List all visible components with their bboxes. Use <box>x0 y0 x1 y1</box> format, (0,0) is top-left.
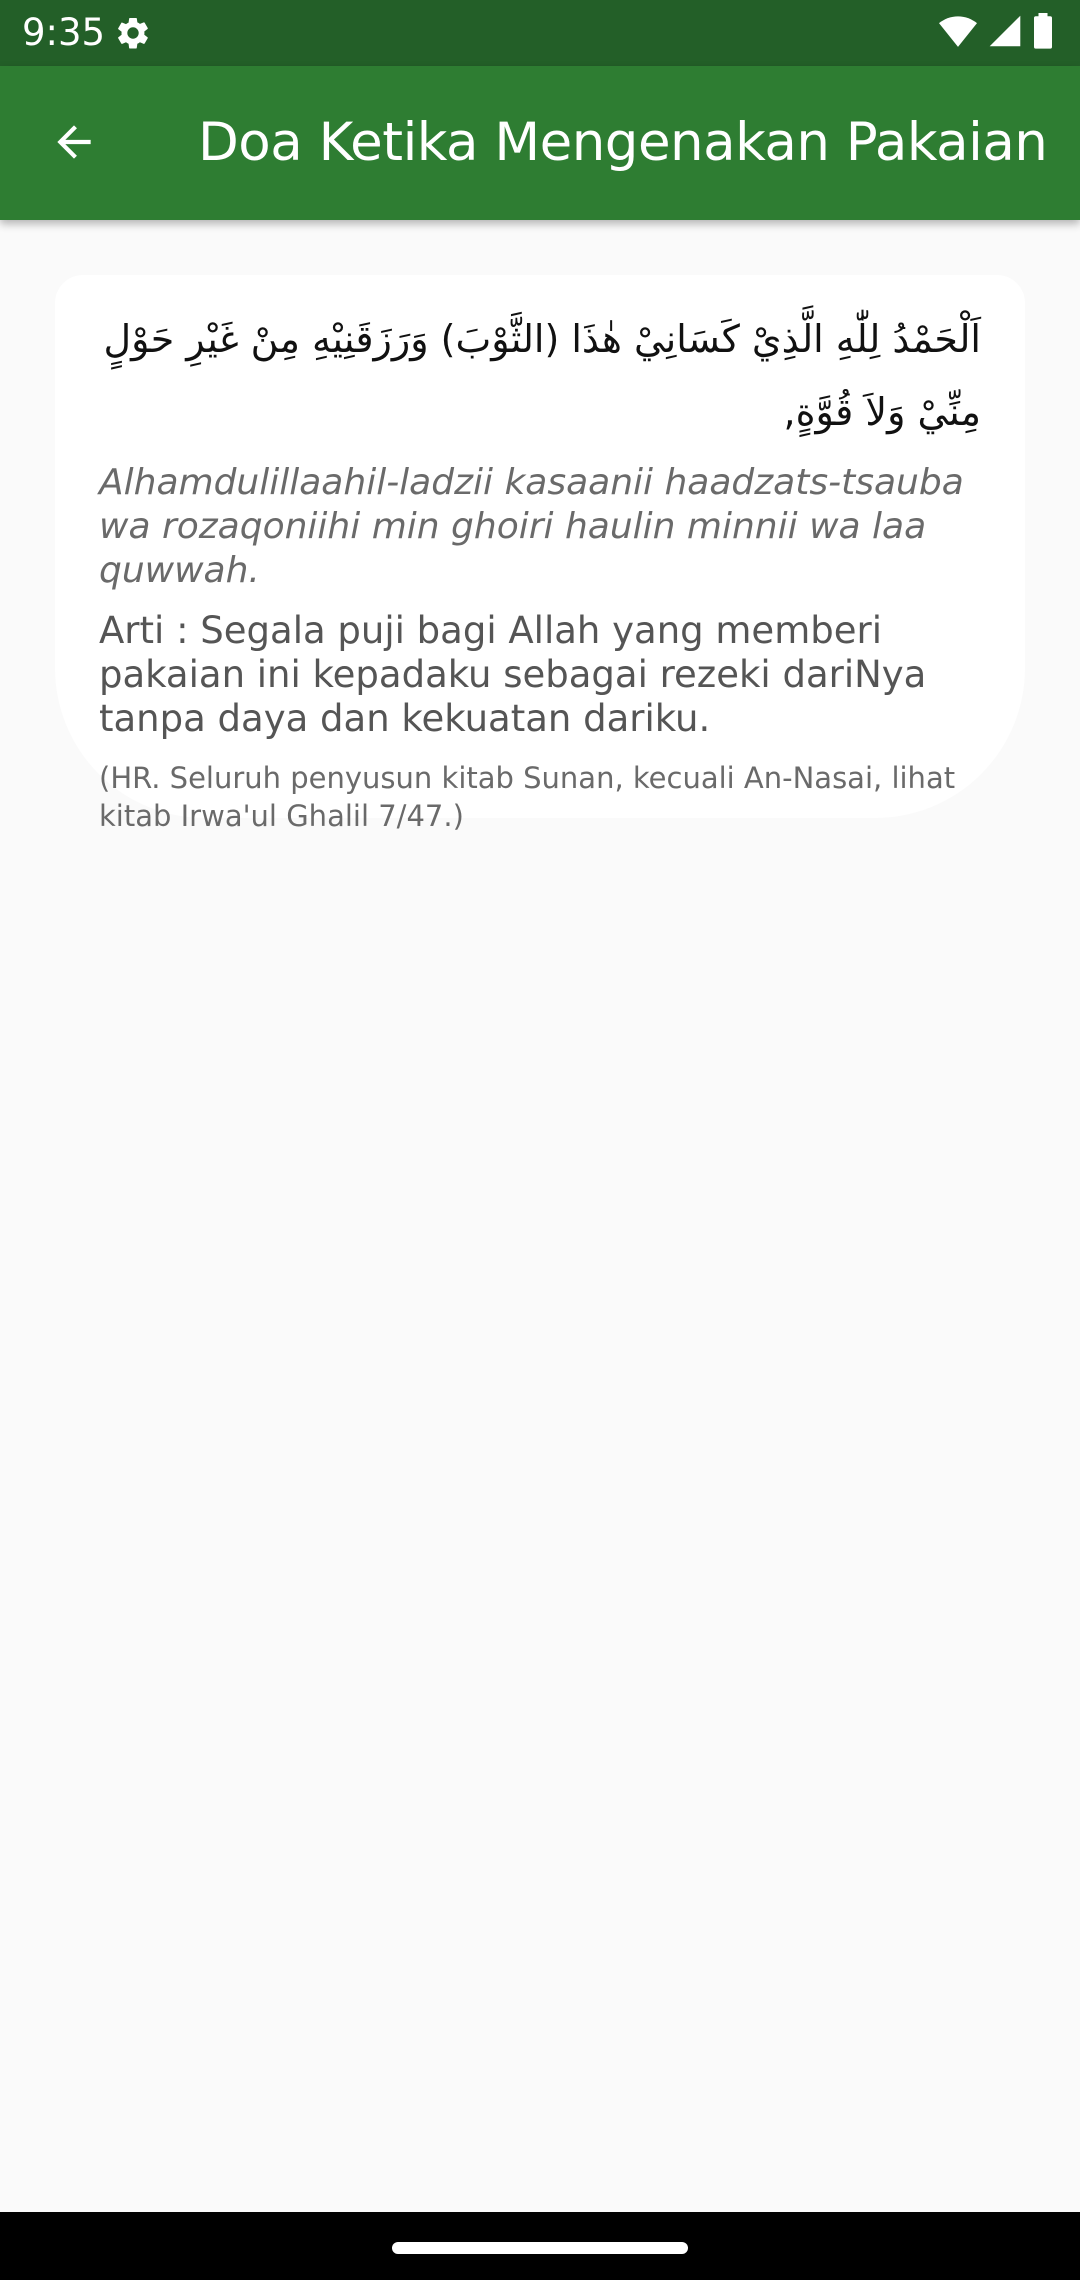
page-title: Doa Ketika Mengenakan Pakaian <box>198 112 1048 173</box>
source-text: (HR. Seluruh penyusun kitab Sunan, kecua… <box>99 761 956 833</box>
arabic-text: اَلْحَمْدُ لِلّٰهِ الَّذِيْ كَسَانِيْ هٰ… <box>103 317 981 434</box>
transliteration-text: Alhamdulillaahil-ladzii kasaanii haadzat… <box>99 462 964 591</box>
battery-icon <box>1032 12 1054 54</box>
doa-card: اَلْحَمْدُ لِلّٰهِ الَّذِيْ كَسَانِيْ هٰ… <box>55 275 1025 833</box>
gear-icon <box>114 14 152 52</box>
arrow-left-icon <box>49 117 99 172</box>
meaning-text: Arti : Segala puji bagi Allah yang membe… <box>99 609 927 740</box>
status-bar: 9:35 <box>0 0 1080 66</box>
app-bar: Doa Ketika Mengenakan Pakaian <box>0 66 1080 220</box>
navigation-bar <box>0 2212 1080 2280</box>
content-area: اَلْحَمْدُ لِلّٰهِ الَّذِيْ كَسَانِيْ هٰ… <box>0 220 1080 2212</box>
back-button[interactable] <box>32 102 116 186</box>
wifi-icon <box>938 14 978 53</box>
home-handle[interactable] <box>392 2242 688 2254</box>
status-time: 9:35 <box>22 11 106 54</box>
signal-icon <box>988 14 1022 53</box>
